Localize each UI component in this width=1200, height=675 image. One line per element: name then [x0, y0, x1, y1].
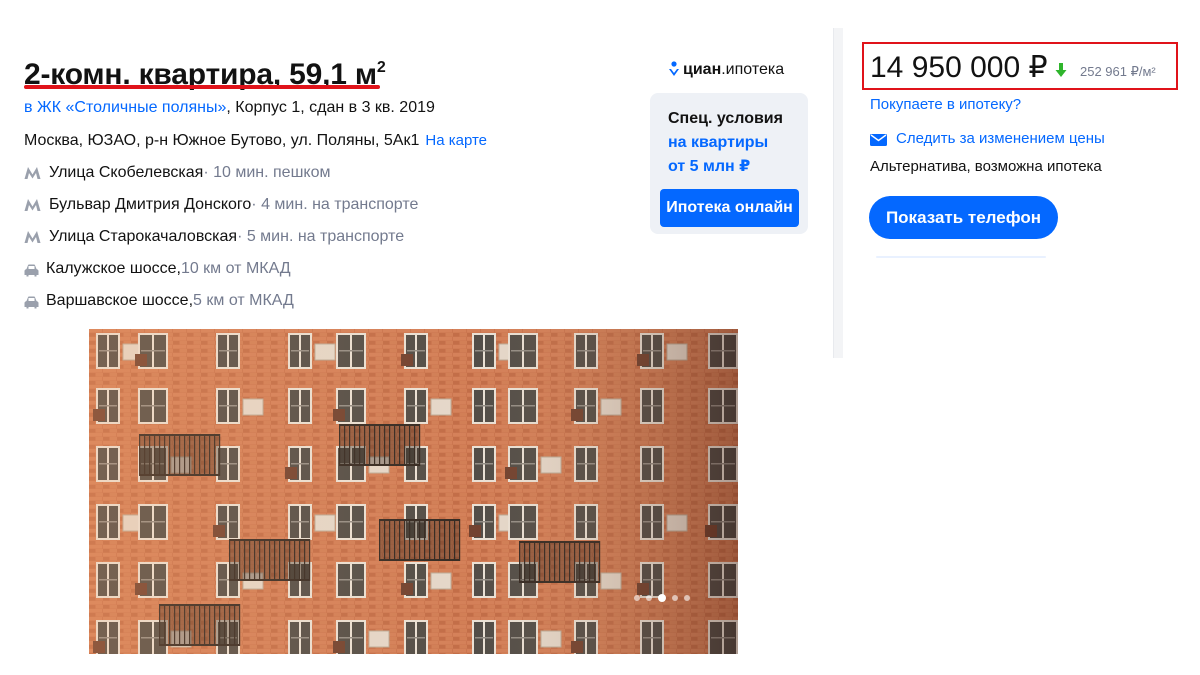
gallery-dot[interactable] [646, 595, 652, 601]
metro-item: Бульвар Дмитрия Донского · 4 мин. на тра… [24, 195, 418, 215]
metro-distance: · 4 мин. на транспорте [251, 196, 419, 213]
cian-mortgage-logo[interactable]: циан .ипотека [668, 60, 784, 80]
gallery-dot[interactable] [684, 595, 690, 601]
highway-distance: 10 км от МКАД [180, 260, 291, 277]
follow-price-label: Следить за изменением цены [896, 130, 1105, 147]
cian-brand: циан [683, 61, 722, 78]
mortgage-promo-card: Спец. условия на квартиры от 5 млн ₽ Ипо… [650, 93, 808, 234]
mortgage-promo-line: Спец. условия [668, 110, 783, 127]
mortgage-promo-text: Спец. условия на квартиры от 5 млн ₽ [668, 107, 783, 179]
gallery-dot-active[interactable] [658, 594, 666, 602]
cian-suffix: .ипотека [721, 61, 785, 78]
price-down-arrow-icon[interactable] [1055, 62, 1067, 78]
highway-item: Калужское шоссе, 10 км от МКАД [24, 259, 291, 279]
highway-name: Калужское шоссе, [46, 260, 181, 277]
metro-icon [24, 166, 41, 180]
listing-photo[interactable] [89, 329, 738, 654]
column-divider [833, 28, 843, 358]
metro-distance: · 10 мин. пешком [203, 164, 331, 181]
mortgage-question-link[interactable]: Покупаете в ипотеку? [870, 96, 1021, 114]
address-line: Москва, ЮЗАО, р-н Южное Бутово, ул. Поля… [24, 131, 487, 151]
metro-station[interactable]: Улица Скобелевская [49, 163, 203, 183]
car-icon [24, 263, 39, 276]
gallery-dots [634, 594, 690, 602]
metro-icon [24, 230, 41, 244]
follow-price-link[interactable]: Следить за изменением цены [870, 130, 1105, 148]
highway-distance: 5 км от МКАД [193, 292, 294, 309]
gallery-dot[interactable] [672, 595, 678, 601]
metro-item: Улица Старокачаловская · 5 мин. на транс… [24, 227, 404, 247]
highway-name: Варшавское шоссе, [46, 292, 194, 309]
envelope-icon [870, 133, 887, 146]
title-highlight-underline [24, 85, 380, 89]
gallery-dot[interactable] [634, 595, 640, 601]
metro-item: Улица Скобелевская · 10 мин. пешком [24, 163, 330, 183]
complex-line: в ЖК «Столичные поляны», Корпус 1, сдан … [24, 98, 435, 118]
price-value: 14 950 000 ₽ [870, 51, 1048, 84]
address-text: Москва, ЮЗАО, р-н Южное Бутово, ул. Поля… [24, 132, 420, 149]
listing-title-sup: 2 [376, 59, 386, 76]
car-icon [24, 295, 39, 308]
mortgage-promo-line: от 5 млн ₽ [668, 158, 751, 175]
metro-station[interactable]: Бульвар Дмитрия Донского [49, 195, 251, 215]
cian-logo-icon [668, 61, 680, 79]
mortgage-promo-line: на квартиры [668, 134, 769, 151]
faint-separator [876, 256, 1046, 258]
highway-item: Варшавское шоссе, 5 км от МКАД [24, 291, 294, 311]
metro-distance: · 5 мин. на транспорте [237, 228, 405, 245]
show-phone-button[interactable]: Показать телефон [869, 196, 1058, 239]
deal-info: Альтернатива, возможна ипотека [870, 158, 1102, 175]
complex-info: , Корпус 1, сдан в 3 кв. 2019 [226, 99, 435, 116]
complex-link[interactable]: в ЖК «Столичные поляны» [24, 99, 226, 116]
mortgage-online-button[interactable]: Ипотека онлайн [660, 189, 799, 227]
map-link[interactable]: На карте [425, 132, 487, 149]
metro-station[interactable]: Улица Старокачаловская [49, 227, 237, 247]
metro-icon [24, 198, 41, 212]
price-per-meter: 252 961 ₽/м² [1080, 64, 1156, 79]
building-facade-image [89, 329, 738, 654]
